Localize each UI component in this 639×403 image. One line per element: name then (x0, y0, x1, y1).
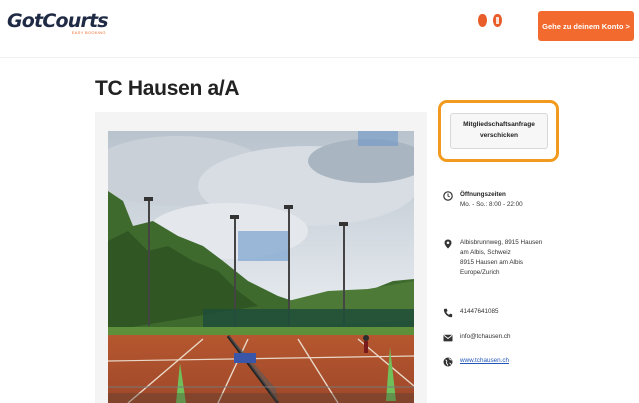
location-pin-icon (444, 239, 452, 249)
club-photo-card (95, 112, 427, 403)
globe-icon (443, 357, 453, 367)
gotcourts-logo[interactable]: GotCourts EASY BOOKING (7, 10, 109, 35)
address-row: Albisbrunnweg, 8915 Hausen am Albis, Sch… (443, 238, 542, 278)
opening-hours-row: Öffnungszeiten Mo. - So.: 8:00 - 22:00 (443, 190, 523, 210)
email-row: info@tchausen.ch (443, 332, 511, 343)
send-membership-request-button[interactable]: Mitgliedschaftsanfrage verschicken (450, 113, 548, 149)
language-selector (478, 14, 502, 27)
phone-row: 41447641085 (443, 307, 499, 318)
address-line: Albisbrunnweg, 8915 Hausen (460, 239, 543, 246)
opening-hours-title: Öffnungszeiten (460, 191, 506, 198)
phone-icon (443, 308, 453, 318)
opening-hours-value: Mo. - So.: 8:00 - 22:00 (460, 201, 523, 208)
swiss-flag-icon[interactable] (493, 14, 502, 27)
address-lines: Albisbrunnweg, 8915 Hausen am Albis, Sch… (460, 238, 542, 278)
top-navigation-bar: GotCourts EASY BOOKING Gehe zu deinem Ko… (0, 0, 639, 58)
phone-number[interactable]: 41447641085 (460, 307, 499, 318)
website-link[interactable]: www.tchausen.ch (460, 356, 509, 367)
club-photo (108, 131, 414, 403)
german-flag-icon[interactable] (478, 14, 487, 27)
address-line: 8915 Hausen am Albis (460, 259, 524, 266)
membership-request-highlight: Mitgliedschaftsanfrage verschicken (438, 100, 559, 162)
address-line: am Albis, Schweiz (460, 249, 511, 256)
clock-icon (443, 191, 453, 201)
envelope-icon (443, 334, 453, 342)
address-line: Europe/Zurich (460, 269, 500, 276)
club-title: TC Hausen a/A (95, 77, 240, 100)
logo-text: GotCourts (7, 10, 109, 32)
go-to-account-button[interactable]: Gehe zu deinem Konto > (538, 11, 634, 41)
website-row: www.tchausen.ch (443, 356, 509, 367)
email-address[interactable]: info@tchausen.ch (460, 332, 511, 343)
